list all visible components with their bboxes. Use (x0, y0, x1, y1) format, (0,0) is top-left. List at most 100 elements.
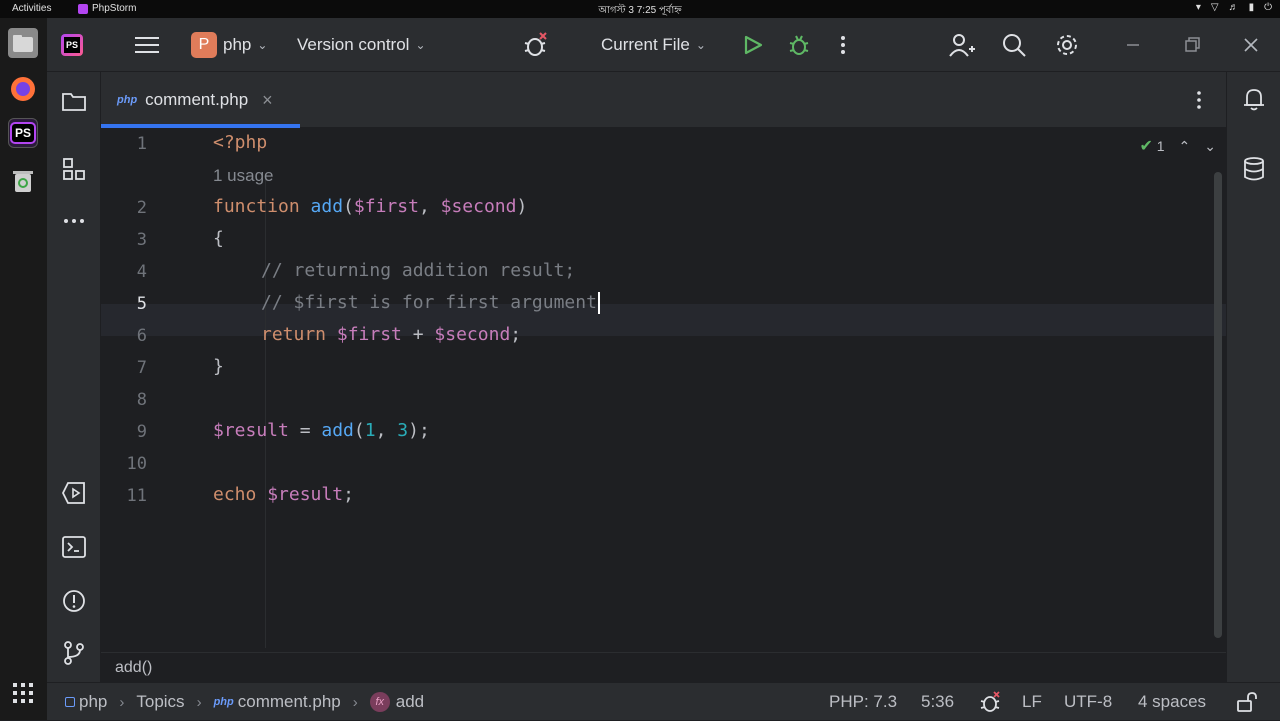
read-only-toggle[interactable] (1237, 683, 1259, 721)
apps-grid-icon[interactable] (8, 678, 38, 708)
caret-position[interactable]: 5:36 (921, 683, 954, 721)
notifications-button[interactable] (1241, 86, 1267, 112)
line-number: 6 (136, 326, 147, 346)
volume-icon: ♬ (1228, 2, 1239, 13)
database-tool-button[interactable] (1241, 156, 1267, 182)
inspection-widget[interactable]: ✔ 1 ⌃ ⌄ (1139, 136, 1216, 156)
php-file-icon: php (213, 696, 234, 708)
chevron-down-icon: ⌄ (415, 38, 426, 52)
trash-icon[interactable] (8, 166, 38, 196)
paren-close: ) (516, 196, 528, 217)
phpstorm-logo-icon: PS (11, 124, 34, 142)
run-configuration-selector[interactable]: Current File ⌄ (601, 18, 706, 72)
structure-tool-button[interactable] (61, 156, 87, 182)
left-tool-window-strip (47, 72, 101, 682)
inspection-count: 1 (1156, 138, 1165, 154)
next-highlight-icon[interactable]: ⌄ (1204, 138, 1216, 155)
check-icon: ✔ (1139, 138, 1153, 155)
problems-tool-button[interactable] (61, 588, 87, 614)
minimize-icon (1127, 44, 1139, 46)
var-first: $first (336, 324, 402, 345)
editor-tab-bar: php comment.php × (101, 72, 1226, 128)
bell-icon (1244, 89, 1264, 111)
more-actions-button[interactable] (840, 18, 846, 72)
editor-tab-comment-php[interactable]: php comment.php × (101, 72, 300, 128)
play-icon (744, 35, 763, 55)
show-apps-icon (13, 683, 33, 703)
project-tool-button[interactable] (61, 88, 87, 114)
code-with-me-button[interactable] (949, 18, 975, 72)
tab-options-button[interactable] (1187, 88, 1211, 112)
settings-button[interactable] (1055, 18, 1079, 72)
project-switcher[interactable]: P php ⌄ (191, 18, 267, 72)
structure-icon (63, 158, 85, 180)
project-square-icon (65, 697, 75, 707)
line-number: 9 (136, 422, 147, 442)
bug-disabled-icon (524, 32, 547, 56)
chevron-right-icon: › (196, 693, 202, 711)
previous-highlight-icon[interactable]: ⌃ (1179, 138, 1191, 155)
phpstorm-menu-logo[interactable]: PS (61, 18, 83, 72)
run-button[interactable] (743, 18, 763, 72)
terminal-tool-button[interactable] (61, 534, 87, 560)
search-everywhere-button[interactable] (1002, 18, 1026, 72)
network-icon: ▾ (1195, 2, 1201, 13)
nav-project[interactable]: php (79, 692, 107, 712)
close-icon (1244, 38, 1258, 52)
status-bar: php › Topics › php comment.php › fx add … (47, 682, 1280, 720)
git-tool-button[interactable] (61, 640, 87, 666)
number-arg: 3 (397, 420, 409, 441)
file-encoding[interactable]: UTF-8 (1064, 683, 1112, 721)
phpstorm-icon[interactable]: PS (8, 118, 38, 148)
usage-hint[interactable]: 1 usage (213, 166, 274, 186)
ide-window: PS P php ⌄ Version control ⌄ Current Fil… (47, 18, 1280, 720)
debug-off-button[interactable] (521, 18, 549, 72)
nav-topics[interactable]: Topics (136, 692, 184, 712)
function-call: add (321, 420, 354, 441)
database-icon (1244, 157, 1264, 181)
nav-function[interactable]: add (396, 692, 424, 712)
tab-close-icon[interactable]: × (262, 90, 273, 111)
version-control-menu[interactable]: Version control ⌄ (297, 18, 426, 72)
application-dock: PS (0, 18, 47, 720)
php-language-level[interactable]: PHP: 7.3 (829, 683, 897, 721)
paren-open: ( (343, 196, 354, 217)
code-editor[interactable]: ✔ 1 ⌃ ⌄ 1 2 3 4 5 6 7 8 9 10 11 <?php 1 … (101, 128, 1226, 658)
more-horizontal-icon (64, 219, 84, 223)
version-control-label: Version control (297, 35, 410, 54)
run-configuration-label: Current File (601, 35, 690, 54)
minimize-window-button[interactable] (1125, 18, 1141, 72)
inspection-status[interactable]: ✔ 1 (1139, 136, 1164, 156)
restore-window-button[interactable] (1184, 18, 1200, 72)
system-top-bar: Activities PhpStorm আগস্ট 3 7:25 পূর্বাহ… (0, 0, 1280, 18)
code-line-3: { (213, 228, 224, 249)
debug-bug-icon (789, 35, 809, 55)
more-vertical-icon (1197, 91, 1201, 109)
services-tool-button[interactable] (61, 480, 87, 506)
firefox-icon[interactable] (8, 74, 38, 104)
close-window-button[interactable] (1243, 18, 1259, 72)
editor-vertical-scrollbar[interactable] (1214, 172, 1222, 638)
code-line-1: <?php (213, 132, 268, 153)
add-user-icon (949, 34, 975, 57)
unlock-icon (1237, 692, 1257, 712)
var-result: $result (213, 420, 289, 441)
debugger-status-button[interactable] (979, 683, 1001, 721)
more-tool-windows-button[interactable] (61, 208, 87, 234)
nav-file[interactable]: comment.php (238, 692, 341, 712)
line-number: 4 (136, 262, 147, 282)
text-caret (597, 292, 600, 314)
debug-button[interactable] (787, 18, 811, 72)
system-tray[interactable]: ▾ ▽ ♬ ▮ ⏻ (1196, 2, 1272, 13)
code-line-9: $result = add(1, 3); (213, 420, 430, 441)
line-separator[interactable]: LF (1022, 683, 1042, 721)
main-menu-button[interactable] (135, 18, 159, 72)
editor-breadcrumb-bar: add() (101, 652, 1226, 682)
files-app-icon[interactable] (8, 28, 38, 58)
chevron-down-icon: ⌄ (695, 38, 706, 52)
breadcrumb-function[interactable]: add() (115, 659, 152, 677)
git-branch-icon (64, 641, 84, 665)
code-line-2: function add($first, $second) (213, 196, 527, 217)
param-second: $second (440, 196, 517, 217)
indent-settings[interactable]: 4 spaces (1138, 683, 1206, 721)
